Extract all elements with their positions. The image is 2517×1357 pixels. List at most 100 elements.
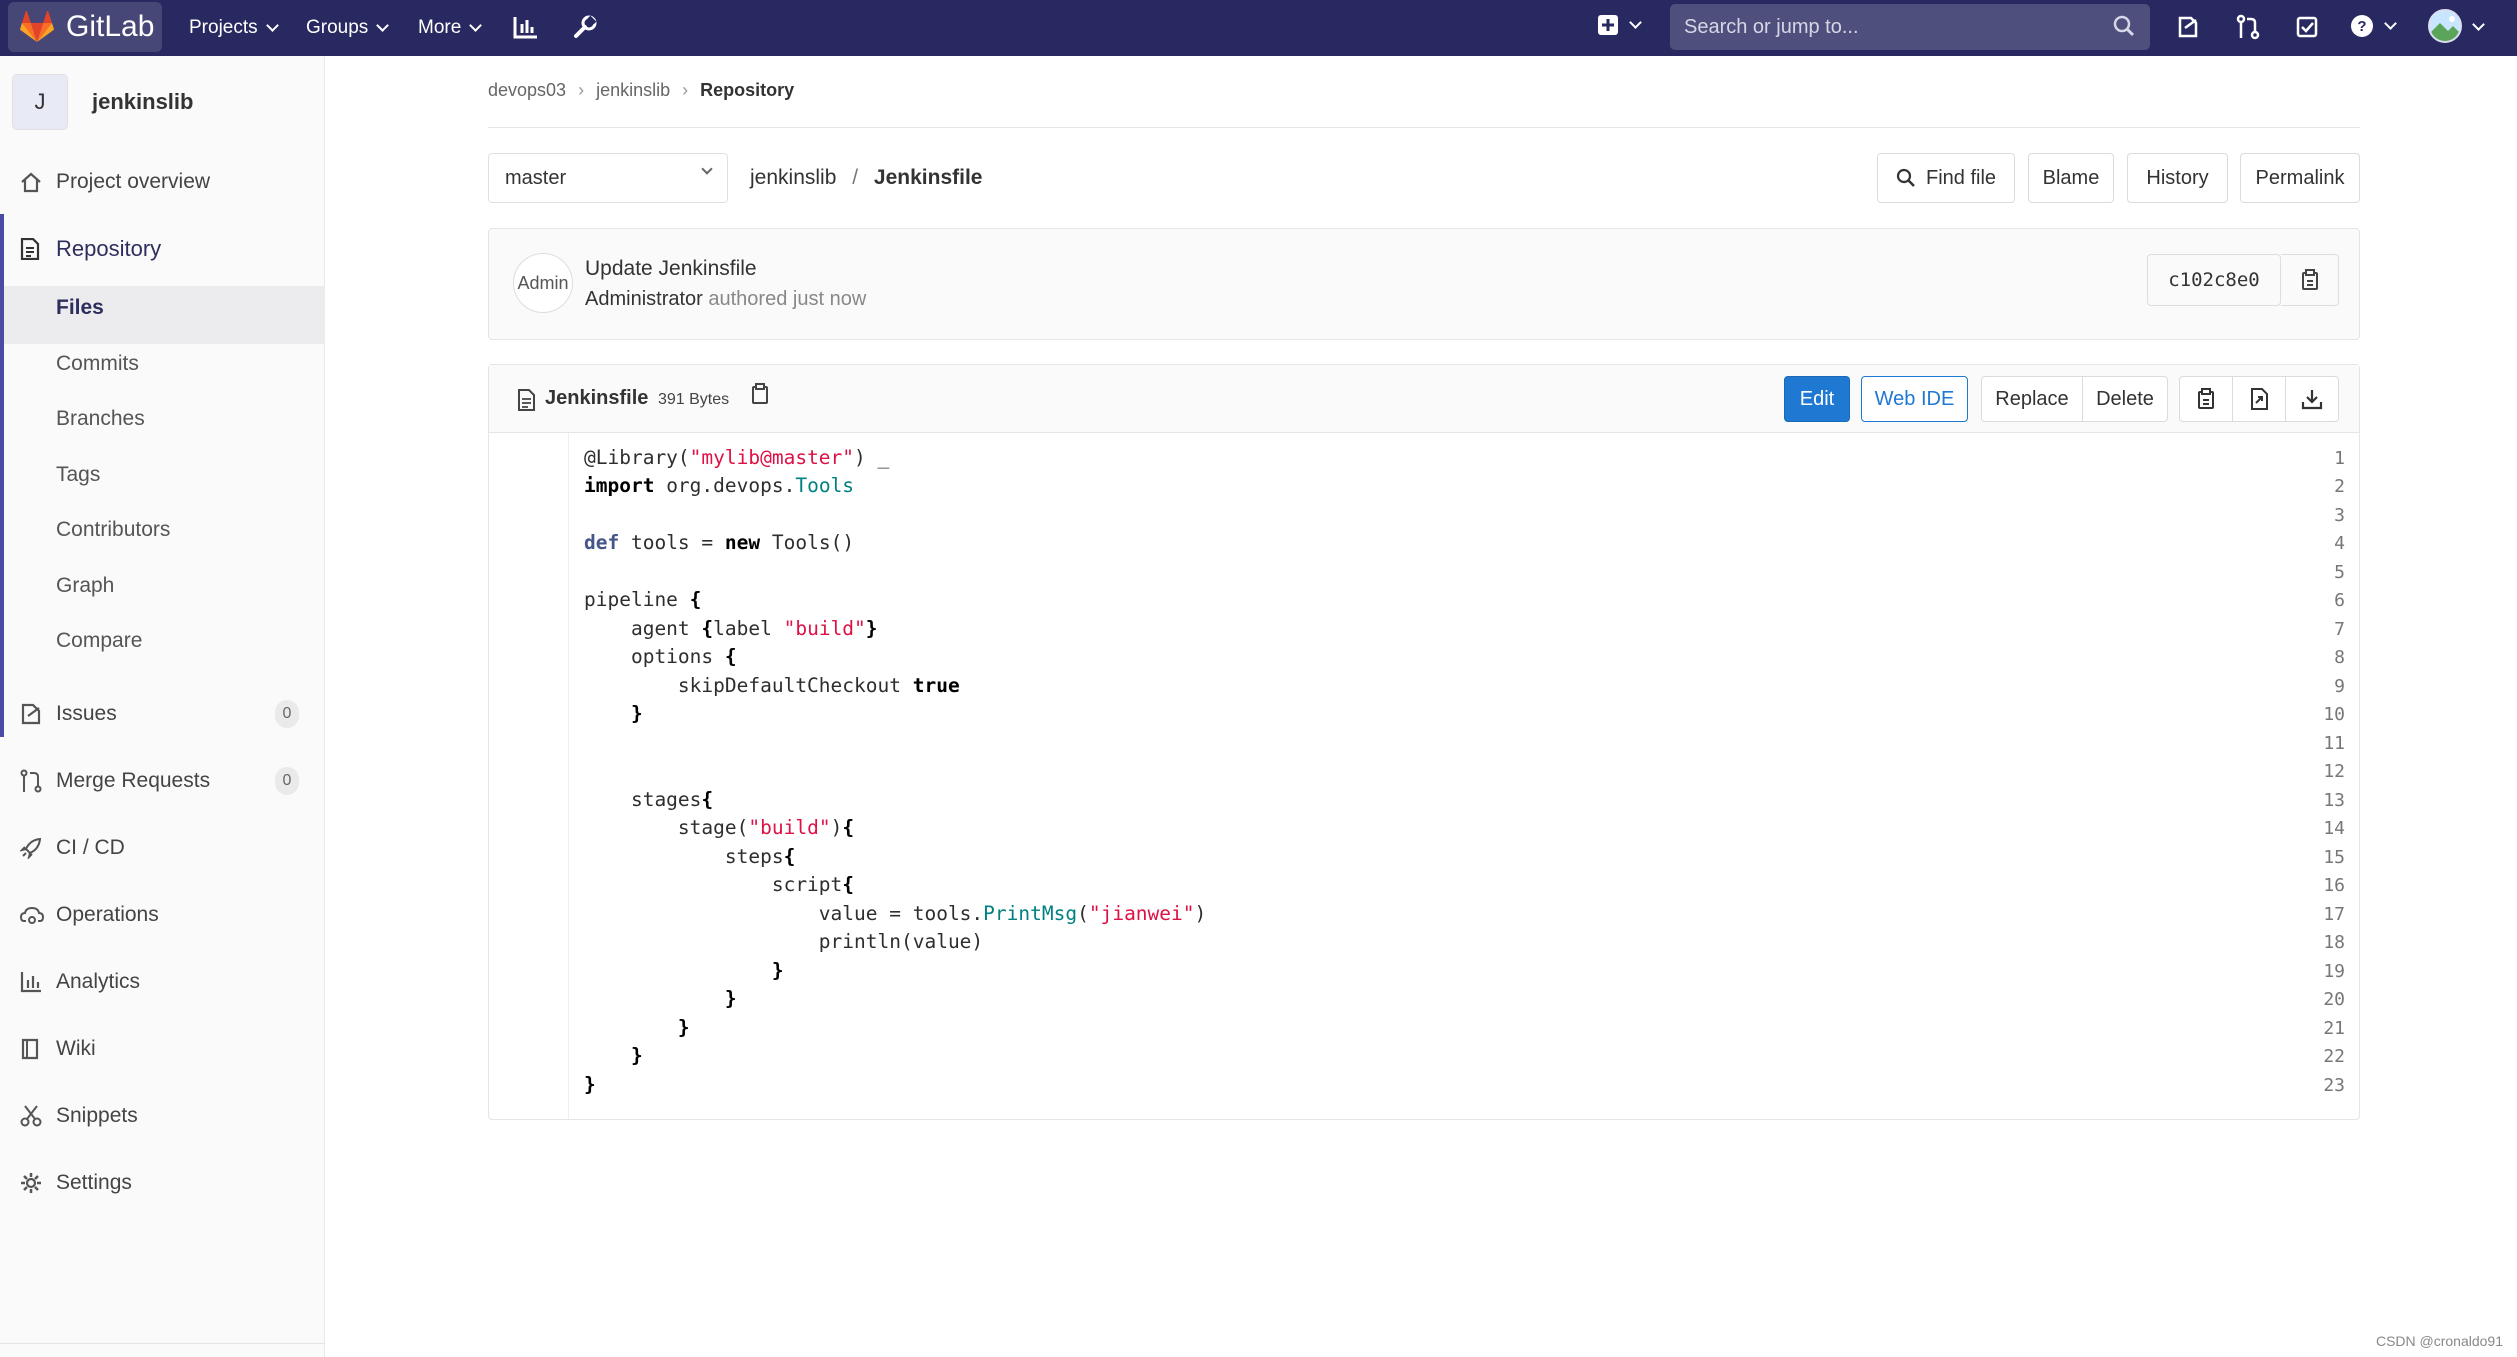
line-number[interactable]: 18 [2323,932,2345,953]
path-root-link[interactable]: jenkinslib [750,166,836,189]
line-number[interactable]: 9 [2334,676,2345,697]
gitlab-logo-link[interactable]: GitLab [8,2,162,52]
history-button[interactable]: History [2127,153,2228,203]
download-button[interactable] [2285,376,2339,422]
line-number[interactable]: 8 [2334,647,2345,668]
edit-button[interactable]: Edit [1784,376,1850,422]
line-number[interactable]: 17 [2323,904,2345,925]
sidebar-item-project-overview[interactable]: Project overview [0,164,325,200]
app-name: GitLab [66,10,155,43]
merge-request-icon[interactable] [2236,14,2260,40]
chevron-down-icon [701,163,713,175]
code-line: } [724,987,737,1010]
line-number[interactable]: 10 [2323,704,2345,725]
search-placeholder: Search or jump to... [1684,15,1859,38]
copy-sha-button[interactable] [2281,254,2339,306]
line-number[interactable]: 3 [2334,505,2345,526]
blame-button[interactable]: Blame [2028,153,2114,203]
sidebar-item-wiki[interactable]: Wiki [0,1031,325,1067]
sidebar-item-label: Settings [56,1171,132,1194]
sidebar-subitem-compare[interactable]: Compare [56,629,142,653]
clipboard-icon [2198,388,2214,409]
line-number[interactable]: 14 [2323,818,2345,839]
permalink-button[interactable]: Permalink [2240,153,2360,203]
sidebar-item-operations[interactable]: Operations [0,897,325,933]
commit-author[interactable]: Administrator [585,288,703,310]
admin-wrench-icon[interactable] [572,14,598,40]
chevron-down-icon [2472,17,2485,31]
help-dropdown[interactable]: ? [2350,14,2397,38]
sidebar-subitem-files[interactable]: Files [56,296,104,320]
project-sidebar: J jenkinslib Project overview Repository… [0,56,325,1357]
breadcrumb-separator: › [682,80,689,100]
copy-path-clipboard-icon[interactable] [751,383,769,405]
line-number[interactable]: 7 [2334,619,2345,640]
sidebar-item-analytics[interactable]: Analytics [0,964,325,1000]
code-line: import org.devops.Tools [584,474,855,497]
sidebar-subitem-tags[interactable]: Tags [56,463,100,487]
line-number[interactable]: 19 [2323,961,2345,982]
commit-title[interactable]: Update Jenkinsfile [585,257,757,281]
sidebar-project-header[interactable]: J jenkinslib [12,74,193,130]
copy-contents-button[interactable] [2179,376,2233,422]
breadcrumb-project[interactable]: jenkinslib [596,80,670,101]
delete-button[interactable]: Delete [2082,376,2168,422]
todo-icon[interactable] [2295,15,2319,39]
activity-chart-icon[interactable] [513,15,539,39]
nav-projects[interactable]: Projects [189,0,279,56]
line-number[interactable]: 6 [2334,590,2345,611]
line-number[interactable]: 12 [2323,761,2345,782]
sidebar-item-settings[interactable]: Settings [0,1165,325,1201]
line-number[interactable]: 21 [2323,1018,2345,1039]
line-number[interactable]: 5 [2334,562,2345,583]
branch-selector[interactable]: master [488,153,728,203]
find-file-button[interactable]: Find file [1877,153,2015,203]
line-number[interactable]: 15 [2323,847,2345,868]
replace-button[interactable]: Replace [1981,376,2083,422]
line-number[interactable]: 2 [2334,476,2345,497]
issues-icon[interactable] [2176,15,2200,39]
user-menu-dropdown[interactable] [2428,9,2485,43]
code-line: } [771,959,784,982]
search-input[interactable]: Search or jump to... [1670,4,2150,50]
sidebar-item-issues[interactable]: Issues 0 [0,696,325,732]
help-icon: ? [2351,15,2373,37]
commit-author-avatar[interactable]: Admin [513,253,573,313]
line-number[interactable]: 11 [2323,733,2345,754]
sidebar-item-label: Operations [56,903,159,926]
sidebar-subitem-contributors[interactable]: Contributors [56,518,170,542]
line-number[interactable]: 20 [2323,989,2345,1010]
web-ide-button[interactable]: Web IDE [1861,376,1968,422]
line-number[interactable]: 22 [2323,1046,2345,1067]
line-number[interactable]: 1 [2334,448,2345,469]
sidebar-item-label: Wiki [56,1037,96,1060]
branch-selector-value: master [505,166,567,189]
sidebar-subitem-commits[interactable]: Commits [56,352,139,376]
gitlab-tanuki-icon [20,11,54,43]
new-item-dropdown[interactable] [1597,14,1642,36]
line-number[interactable]: 23 [2323,1075,2345,1096]
user-avatar [2428,9,2462,43]
file-document-icon [518,389,535,411]
sidebar-item-repository[interactable]: Repository [0,231,325,267]
chevron-down-icon [469,18,483,32]
line-number[interactable]: 13 [2323,790,2345,811]
sidebar-subitem-graph[interactable]: Graph [56,574,114,598]
line-number[interactable]: 4 [2334,533,2345,554]
nav-groups[interactable]: Groups [306,0,390,56]
book-icon [21,1038,39,1060]
commit-sha[interactable]: c102c8e0 [2147,254,2281,306]
repository-document-icon [20,238,40,260]
sidebar-subitem-branches[interactable]: Branches [56,407,145,431]
breadcrumb-current[interactable]: Repository [700,80,794,101]
search-icon [2113,15,2135,37]
sidebar-bottom-divider [0,1343,325,1357]
open-raw-button[interactable] [2232,376,2286,422]
sidebar-item-merge-requests[interactable]: Merge Requests 0 [0,763,325,799]
sidebar-item-snippets[interactable]: Snippets [0,1098,325,1134]
sidebar-item-ci-cd[interactable]: CI / CD [0,830,325,866]
issues-count-badge: 0 [275,700,299,728]
breadcrumb-group[interactable]: devops03 [488,80,566,101]
line-number[interactable]: 16 [2323,875,2345,896]
nav-more[interactable]: More [418,0,483,56]
